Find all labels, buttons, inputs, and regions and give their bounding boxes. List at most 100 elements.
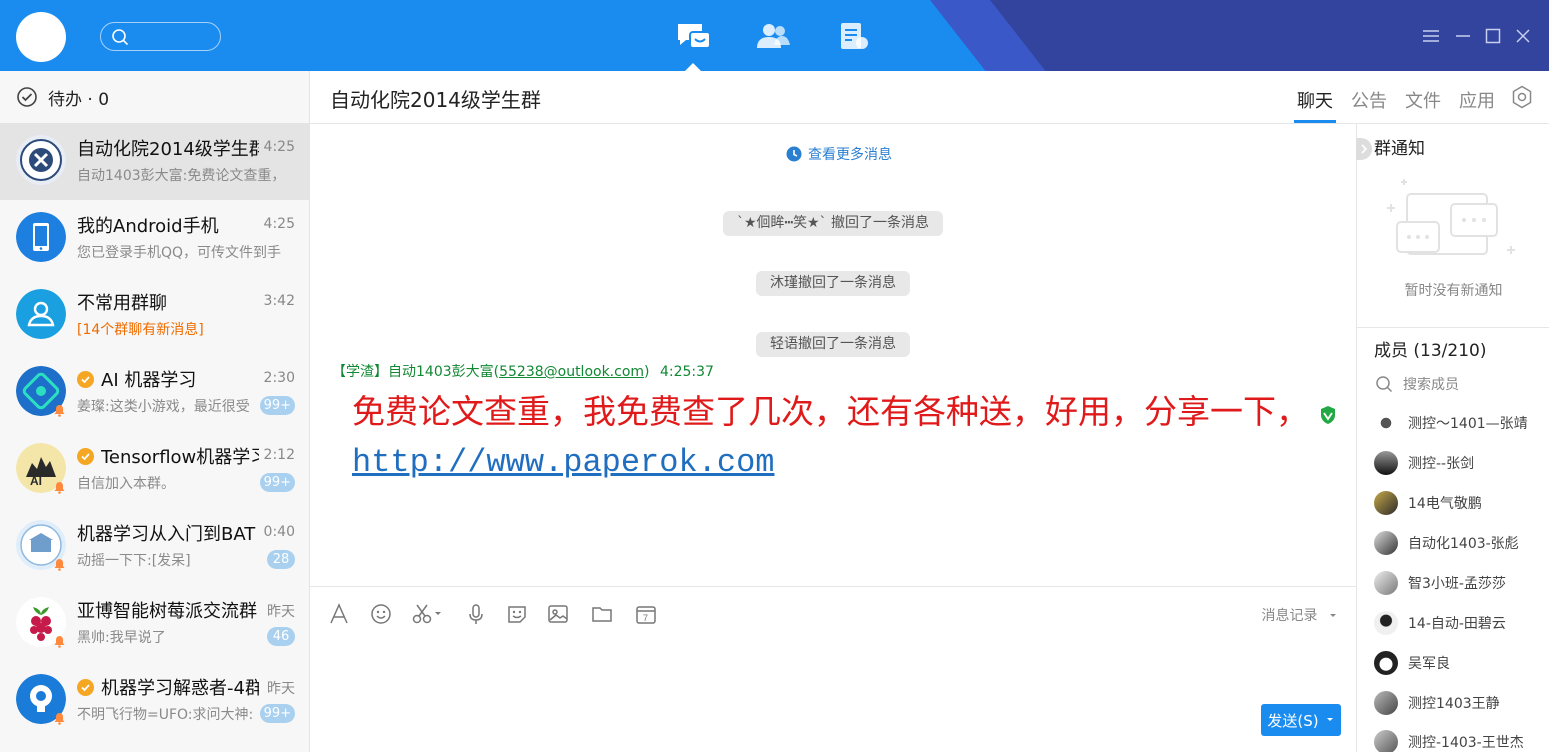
message-history-button[interactable]: 消息记录 xyxy=(1262,605,1338,625)
member-avatar xyxy=(1374,571,1398,595)
conversation-time: 3:42 xyxy=(263,293,295,309)
conversation-item[interactable]: 不常用群聊 3:42 [14个群聊有新消息] xyxy=(0,277,309,354)
recall-notice: `★佪眸┅笑★` 撤回了一条消息 xyxy=(723,211,943,236)
message-list: 查看更多消息 `★佪眸┅笑★` 撤回了一条消息 沐瑾撤回了一条消息 轻语撤回了一… xyxy=(310,124,1356,586)
unread-count-badge: 99+ xyxy=(259,473,295,492)
member-item[interactable]: 测控--张剑 xyxy=(1374,449,1549,477)
sender-email-link[interactable]: 55238@outlook.com xyxy=(499,364,644,380)
message-time: 4:25:37 xyxy=(659,364,714,380)
member-search-input[interactable]: 搜索成员 xyxy=(1375,374,1459,394)
tab-announcements[interactable]: 公告 xyxy=(1351,87,1387,113)
member-name: 智3小班-孟莎莎 xyxy=(1408,576,1506,592)
todo-entry[interactable]: 待办 · 0 xyxy=(0,71,309,123)
conversation-sidebar: 待办 · 0 自动化院2014级学生群 4:25 自动1403彭大富:免费论文查… xyxy=(0,71,310,752)
minimize-button[interactable] xyxy=(1453,26,1473,46)
message-link[interactable]: http://www.paperok.com xyxy=(352,444,774,481)
image-icon xyxy=(548,605,568,623)
chevron-down-icon[interactable] xyxy=(1325,716,1335,724)
svg-text:AI: AI xyxy=(30,474,42,488)
message-bubble: 免费论文查重，我免费查了几次，还有各种送，好用，分享一下， http://www.… xyxy=(352,388,1352,487)
member-item[interactable]: 测控～1401—张靖 xyxy=(1374,409,1549,437)
nav-contacts-button[interactable] xyxy=(755,20,791,52)
close-button[interactable] xyxy=(1513,26,1533,46)
file-button[interactable] xyxy=(591,603,613,625)
member-item[interactable]: 智3小班-孟莎莎 xyxy=(1374,569,1549,597)
member-item[interactable]: 测控-1403-王世杰 xyxy=(1374,728,1549,752)
emoji-button[interactable] xyxy=(370,603,392,625)
image-button[interactable] xyxy=(547,603,569,625)
chat-title: 自动化院2014级学生群 xyxy=(330,88,541,112)
conversation-item[interactable]: 机器学习解惑者-4群 昨天 不明飞行物=UFO:求问大神: 99+ xyxy=(0,662,309,739)
conversation-item[interactable]: 机器学习从入门到BAT 0:40 动摇一下下:[发呆] 28 xyxy=(0,508,309,585)
conversation-item[interactable]: AI Tensorflow机器学习 2:12 自信加入本群。 99+ xyxy=(0,431,309,508)
group-notice-title: 群通知 xyxy=(1374,139,1425,159)
user-avatar[interactable] xyxy=(16,12,66,62)
unread-count-badge: 28 xyxy=(267,550,295,569)
divider xyxy=(1357,327,1549,328)
conversation-name: 我的Android手机 xyxy=(77,216,219,237)
member-item[interactable]: 自动化1403-张彪 xyxy=(1374,529,1549,557)
member-item[interactable]: 吴军良 xyxy=(1374,649,1549,677)
chat-header: 自动化院2014级学生群 聊天 公告 文件 应用 xyxy=(310,71,1549,124)
no-notice-text: 暂时没有新通知 xyxy=(1404,283,1503,299)
voice-button[interactable] xyxy=(467,603,485,625)
conversation-preview: 不明飞行物=UFO:求问大神: xyxy=(77,707,254,723)
calendar-button[interactable]: 7 xyxy=(635,603,657,625)
nav-active-indicator xyxy=(685,63,701,71)
member-name: 测控-1403-王世杰 xyxy=(1408,735,1524,751)
settings-hex-icon[interactable] xyxy=(1511,85,1533,109)
clock-icon xyxy=(786,146,802,162)
conversation-time: 4:25 xyxy=(263,139,295,155)
conversation-item[interactable]: 亚博智能树莓派交流群 昨天 黑帅:我早说了 46 xyxy=(0,585,309,662)
global-search-box[interactable] xyxy=(100,22,221,51)
close-icon xyxy=(1516,29,1530,43)
member-name: 测控1403王静 xyxy=(1408,696,1500,712)
sticker-button[interactable] xyxy=(506,603,528,625)
unread-count-badge: 99+ xyxy=(259,396,295,415)
tab-apps[interactable]: 应用 xyxy=(1459,87,1495,113)
collapse-panel-button[interactable] xyxy=(1356,138,1372,160)
font-button[interactable] xyxy=(329,603,349,625)
member-avatar xyxy=(1374,691,1398,715)
active-tab-underline xyxy=(1294,120,1336,123)
maximize-button[interactable] xyxy=(1483,26,1503,46)
verified-badge-icon xyxy=(77,448,94,465)
group-folder-avatar xyxy=(16,289,66,339)
tab-chat[interactable]: 聊天 xyxy=(1297,87,1333,113)
member-name: 测控～1401—张靖 xyxy=(1408,416,1528,432)
menu-button[interactable] xyxy=(1421,26,1441,46)
member-name: 自动化1403-张彪 xyxy=(1408,536,1519,552)
member-item[interactable]: 测控1403王静 xyxy=(1374,689,1549,717)
conversation-item[interactable]: AI 机器学习 2:30 姜璨:这类小游戏，最近很受 99+ xyxy=(0,354,309,431)
conversation-preview: 姜璨:这类小游戏，最近很受 xyxy=(77,399,250,415)
nav-messages-button[interactable] xyxy=(676,20,712,52)
member-name: 测控--张剑 xyxy=(1408,456,1475,472)
member-avatar xyxy=(1374,491,1398,515)
tab-files[interactable]: 文件 xyxy=(1405,87,1441,113)
conversation-time: 2:30 xyxy=(263,370,295,386)
scissors-icon xyxy=(412,604,432,624)
chevron-right-icon xyxy=(1361,144,1368,154)
todo-label: 待办 · 0 xyxy=(48,89,110,110)
member-item[interactable]: 14-自动-田碧云 xyxy=(1374,609,1549,637)
smiley-icon xyxy=(371,604,391,624)
member-avatar xyxy=(1374,611,1398,635)
phone-avatar xyxy=(16,212,66,262)
folder-icon xyxy=(592,607,612,622)
conversation-item[interactable]: 我的Android手机 4:25 您已登录手机QQ，可传文件到手 xyxy=(0,200,309,277)
recall-notice: 沐瑾撤回了一条消息 xyxy=(756,271,910,296)
send-button[interactable]: 发送(S) xyxy=(1261,704,1341,736)
members-title: 成员 (13/210) xyxy=(1374,341,1487,361)
apps-icon xyxy=(841,23,868,49)
view-more-messages-link[interactable]: 查看更多消息 xyxy=(786,144,892,164)
member-item[interactable]: 14电气敬鹏 xyxy=(1374,489,1549,517)
recall-notice: 轻语撤回了一条消息 xyxy=(756,332,910,357)
screenshot-button[interactable] xyxy=(411,603,443,625)
conversation-item[interactable]: 自动化院2014级学生群 4:25 自动1403彭大富:免费论文查重， xyxy=(0,123,309,200)
mute-bell-icon xyxy=(54,482,65,494)
message-composer: 7 消息记录 发送(S) xyxy=(310,586,1356,752)
conversation-preview: 自动1403彭大富:免费论文查重， xyxy=(77,168,286,184)
sender-name[interactable]: 【学渣】自动1403彭大富( xyxy=(332,364,499,380)
nav-apps-button[interactable] xyxy=(836,20,872,52)
empty-notice-illustration xyxy=(1387,179,1515,255)
